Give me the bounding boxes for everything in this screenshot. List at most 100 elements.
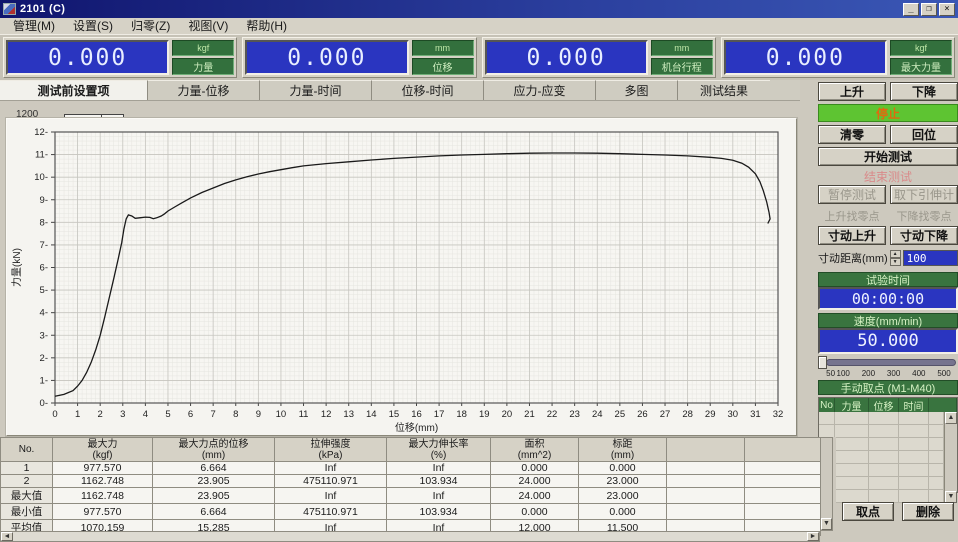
results-cell: Inf [387, 488, 491, 504]
spin-up-icon[interactable]: ▲ [890, 250, 901, 258]
y-tick-label: 7- [40, 240, 48, 251]
tab-bar: 测试前设置项 力量-位移 力量-时间 位移-时间 应力-应变 多图 测试结果 [0, 80, 800, 101]
results-cell: 24.000 [491, 475, 579, 488]
force-label: 力量 [172, 58, 234, 75]
up-find-zero-button[interactable]: 上升找零点 [818, 208, 886, 224]
menu-manage[interactable]: 管理(M) [4, 16, 64, 36]
force-value: 0.000 [6, 40, 169, 75]
results-cell [667, 462, 745, 475]
scroll-up-icon[interactable]: ▲ [945, 412, 957, 424]
delete-point-button[interactable]: 删除 [902, 502, 954, 521]
results-column-header: 拉伸强度(kPa) [275, 438, 387, 462]
manual-points-table: No力量位移时间 ▲ ▼ [818, 397, 958, 493]
manual-points-table-body [819, 412, 944, 503]
results-cell: 6.664 [153, 462, 275, 475]
speed-slider-thumb[interactable] [818, 356, 827, 369]
tab-stress-strain[interactable]: 应力-应变 [484, 80, 596, 100]
x-tick-label: 21 [524, 409, 535, 420]
results-cell: Inf [275, 462, 387, 475]
menu-help[interactable]: 帮助(H) [237, 16, 296, 36]
x-tick-label: 20 [502, 409, 513, 420]
remove-extensometer-button[interactable]: 取下引伸计 [890, 185, 958, 204]
jog-distance-field[interactable]: 100 [903, 250, 958, 266]
jog-distance-stepper[interactable]: ▲▼ [890, 250, 901, 266]
y-tick-label: 11- [35, 150, 48, 161]
results-cell: 最大值 [1, 488, 53, 504]
scroll-right-icon[interactable]: ► [807, 532, 819, 541]
spin-down-icon[interactable]: ▼ [890, 258, 901, 266]
displacement-unit: mm [412, 40, 474, 56]
down-find-zero-button[interactable]: 下降找零点 [890, 208, 958, 224]
tab-pretest-settings[interactable]: 测试前设置项 [0, 80, 148, 100]
scroll-down-icon[interactable]: ▼ [821, 518, 832, 530]
results-cell: Inf [387, 462, 491, 475]
maxforce-label: 最大力量 [890, 58, 952, 75]
menu-settings[interactable]: 设置(S) [64, 16, 122, 36]
results-cell: 0.000 [491, 504, 579, 520]
stroke-readout: 0.000 mm 机台行程 [482, 37, 716, 78]
manual-points-cell [929, 412, 944, 425]
return-button[interactable]: 回位 [890, 125, 958, 144]
pause-test-button[interactable]: 暂停测试 [818, 185, 886, 204]
speed-slider[interactable] [818, 356, 958, 369]
y-tick-label: 3- [40, 330, 48, 341]
speed-slider-track[interactable] [826, 359, 956, 366]
close-button[interactable]: × [939, 3, 955, 16]
manual-points-cell [929, 438, 944, 451]
jog-down-button[interactable]: 寸动下降 [890, 226, 958, 245]
manual-points-cell [899, 451, 929, 464]
tab-force-time[interactable]: 力量-时间 [260, 80, 372, 100]
scroll-left-icon[interactable]: ◄ [1, 532, 13, 541]
results-row: 21162.74823.905475110.971103.93424.00023… [1, 475, 821, 488]
displacement-readout: 0.000 mm 位移 [242, 37, 476, 78]
results-cell: 2 [1, 475, 53, 488]
up-button[interactable]: 上升 [818, 82, 886, 101]
menu-zero[interactable]: 归零(Z) [122, 16, 179, 36]
x-tick-label: 16 [411, 409, 422, 420]
manual-points-cell [835, 477, 869, 490]
results-vertical-scrollbar[interactable]: ▼ [820, 437, 833, 531]
take-point-button[interactable]: 取点 [842, 502, 894, 521]
results-column-header: 标距(mm) [579, 438, 667, 462]
results-row: 1977.5706.664InfInf0.0000.000 [1, 462, 821, 475]
tab-multi-chart[interactable]: 多图 [596, 80, 678, 100]
start-test-button[interactable]: 开始测试 [818, 147, 958, 166]
x-axis-title: 位移(mm) [395, 421, 438, 434]
y-tick-label: 8- [40, 217, 48, 228]
y-tick-label: 5- [40, 285, 48, 296]
end-test-button[interactable]: 结束测试 [818, 168, 958, 184]
window-title: 2101 (C) [20, 3, 901, 15]
maximize-button[interactable]: ❐ [921, 3, 937, 16]
manual-points-cell [869, 438, 899, 451]
manual-points-cell [929, 451, 944, 464]
jog-distance-label: 寸动距离(mm) [818, 250, 888, 266]
manual-points-scrollbar[interactable]: ▲ ▼ [944, 412, 957, 503]
down-button[interactable]: 下降 [890, 82, 958, 101]
results-cell [745, 504, 821, 520]
slider-tick-label: 300 [887, 369, 900, 378]
manual-points-cell [869, 464, 899, 477]
results-cell: 6.664 [153, 504, 275, 520]
manual-points-cell [819, 412, 835, 425]
app-icon [3, 3, 16, 15]
results-cell: 1162.748 [53, 475, 153, 488]
tab-displacement-time[interactable]: 位移-时间 [372, 80, 484, 100]
results-column-header: 最大力伸长率(%) [387, 438, 491, 462]
speed-slider-scale: 50100200300400500 [818, 369, 958, 380]
results-table-header: No.最大力(kgf)最大力点的位移(mm)拉伸强度(kPa)最大力伸长率(%)… [1, 438, 821, 462]
menu-view[interactable]: 视图(V) [179, 16, 237, 36]
chart-region: 1200 ⌃ 012345678910111213141516171819202… [0, 101, 800, 437]
manual-points-table-header: No力量位移时间 [819, 398, 957, 412]
results-cell [745, 475, 821, 488]
results-cell: 977.570 [53, 504, 153, 520]
stroke-label: 机台行程 [651, 58, 713, 75]
jog-up-button[interactable]: 寸动上升 [818, 226, 886, 245]
zero-button[interactable]: 清零 [818, 125, 886, 144]
tab-force-displacement[interactable]: 力量-位移 [148, 80, 260, 100]
results-cell: 1162.748 [53, 488, 153, 504]
minimize-button[interactable]: _ [903, 3, 919, 16]
tab-test-results[interactable]: 测试结果 [678, 80, 770, 100]
results-column-header: 面积(mm^2) [491, 438, 579, 462]
results-horizontal-scrollbar[interactable]: ◄ ► [0, 531, 820, 542]
results-row: 最小值977.5706.664475110.971103.9340.0000.0… [1, 504, 821, 520]
